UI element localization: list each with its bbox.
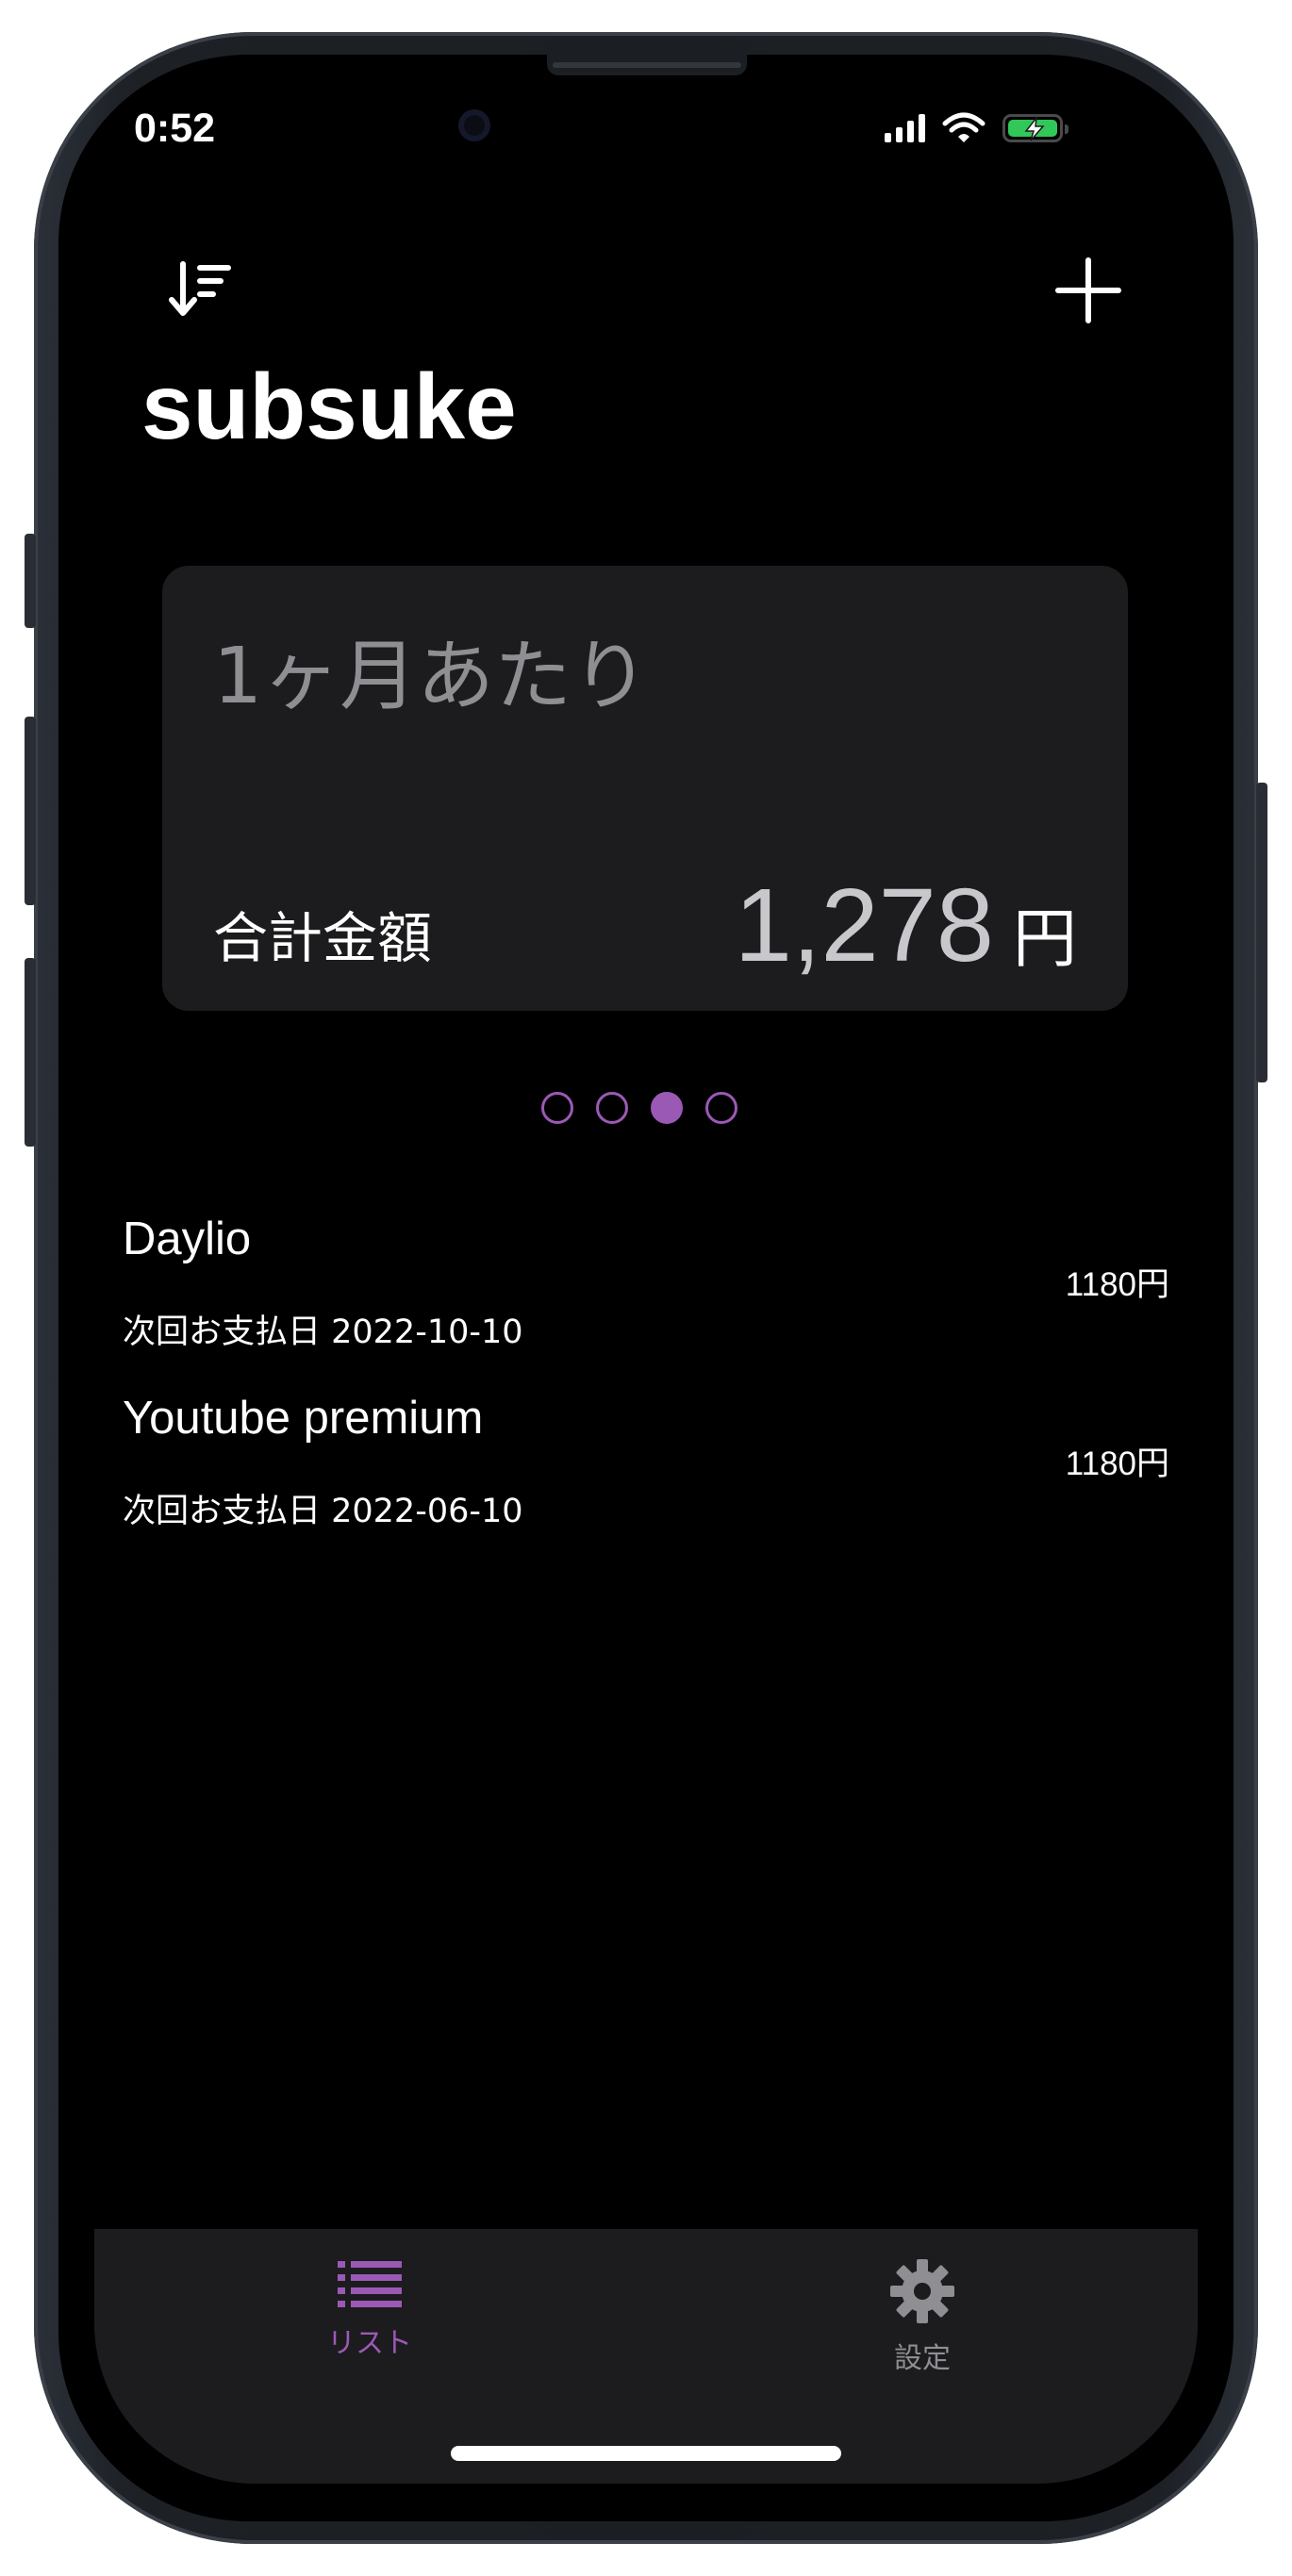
front-camera: [458, 109, 490, 141]
tab-settings[interactable]: 設定: [828, 2257, 1017, 2376]
status-indicators: [885, 107, 1068, 149]
gear-icon: [890, 2259, 954, 2323]
subscription-list: Daylio 次回お支払日 2022-10-10 1180円 Youtube p…: [123, 1207, 1169, 1565]
list-item[interactable]: Youtube premium 次回お支払日 2022-06-10 1180円: [123, 1386, 1169, 1565]
card-currency: 円: [1012, 902, 1077, 977]
page-indicator[interactable]: [541, 1092, 737, 1124]
next-payment-date: 次回お支払日 2022-06-10: [123, 1493, 523, 1530]
charging-bolt-icon: [1024, 117, 1045, 141]
add-subscription-button[interactable]: [1051, 253, 1126, 328]
earpiece-speaker: [547, 55, 747, 75]
app-title: subsuke: [141, 355, 517, 458]
card-total-label: 合計金額: [213, 906, 433, 970]
action-button: [25, 534, 36, 628]
tab-list-label: リスト: [327, 2327, 412, 2360]
subscription-name: Youtube premium: [123, 1393, 484, 1444]
sort-button[interactable]: [162, 253, 238, 328]
card-total-value: 1,278: [734, 867, 994, 983]
page-dot[interactable]: [596, 1092, 628, 1124]
status-time: 0:52: [134, 106, 216, 151]
card-total-amount: 1,278 円: [735, 866, 1077, 985]
list-item[interactable]: Daylio 次回お支払日 2022-10-10 1180円: [123, 1207, 1169, 1386]
card-period-label: 1ヶ月あたり: [213, 632, 650, 721]
subscription-name: Daylio: [123, 1214, 252, 1264]
volume-down-button: [25, 958, 36, 1147]
tab-settings-label: 設定: [894, 2342, 951, 2375]
subscription-price: 1180円: [1065, 1445, 1169, 1482]
list-icon: [338, 2261, 402, 2307]
page-dot[interactable]: [541, 1092, 573, 1124]
home-indicator[interactable]: [451, 2446, 841, 2461]
battery-icon: [1002, 114, 1068, 142]
page-dot[interactable]: [705, 1092, 737, 1124]
total-summary-card[interactable]: 1ヶ月あたり 合計金額 1,278 円: [162, 566, 1128, 1011]
tab-list[interactable]: リスト: [275, 2257, 464, 2361]
volume-up-button: [25, 717, 36, 905]
next-payment-date: 次回お支払日 2022-10-10: [123, 1313, 523, 1351]
subscription-price: 1180円: [1065, 1266, 1169, 1303]
page-dot[interactable]: [651, 1092, 683, 1124]
sort-icon: [169, 261, 231, 316]
power-button: [1256, 783, 1267, 1082]
wifi-icon: [942, 112, 986, 142]
cellular-signal-icon: [885, 114, 925, 142]
plus-icon: [1055, 257, 1121, 323]
